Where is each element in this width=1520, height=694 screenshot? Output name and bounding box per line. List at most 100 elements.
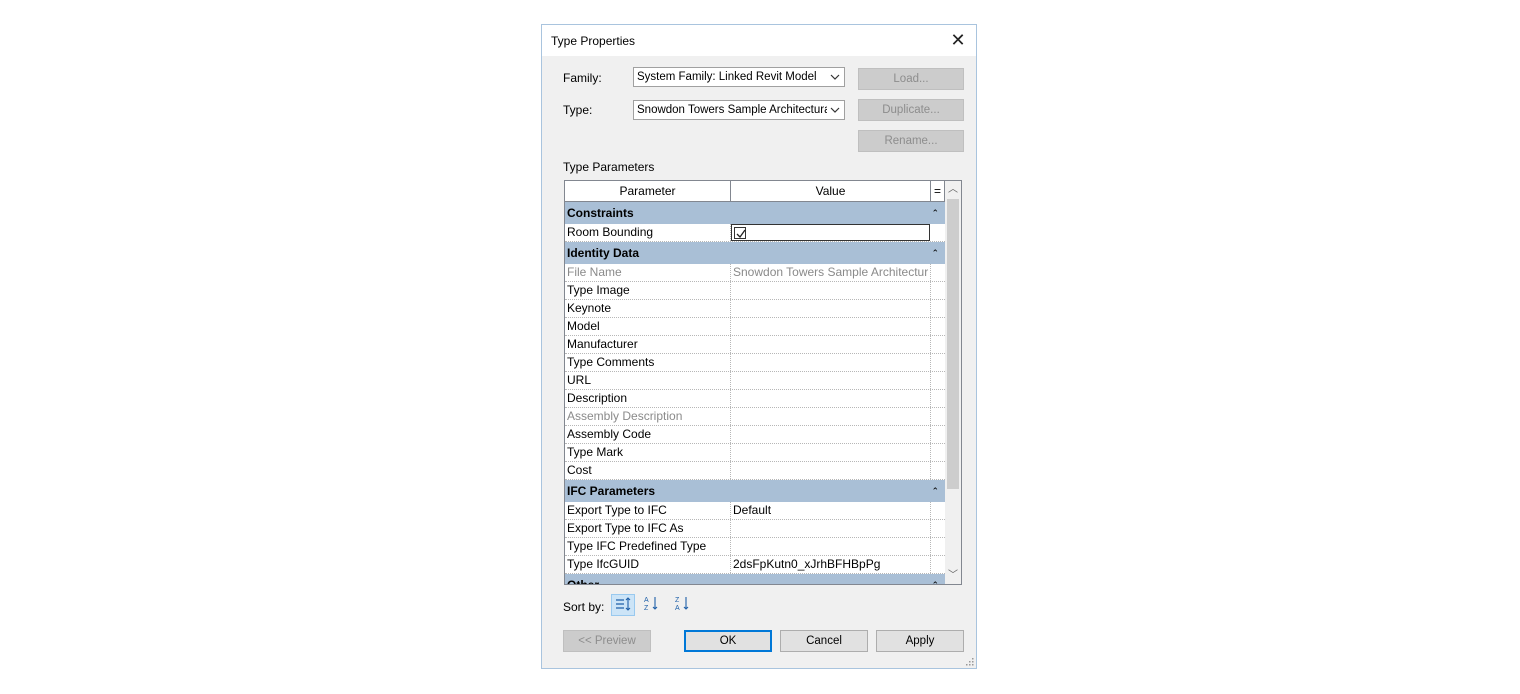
- parameter-cell: File Name: [565, 264, 731, 281]
- collapse-chevron-icon[interactable]: ⌃: [931, 202, 939, 224]
- group-name: Other: [567, 578, 600, 585]
- duplicate-button[interactable]: Duplicate...: [858, 99, 964, 121]
- table-row[interactable]: Assembly Code: [565, 426, 945, 444]
- type-label: Type:: [563, 103, 593, 117]
- preview-button[interactable]: << Preview: [563, 630, 651, 652]
- value-cell[interactable]: [731, 462, 931, 479]
- parameter-cell: Model: [565, 318, 731, 335]
- table-row[interactable]: Export Type to IFC Default: [565, 502, 945, 520]
- parameter-cell: Cost: [565, 462, 731, 479]
- sort-grouped-icon[interactable]: [611, 594, 635, 616]
- group-header[interactable]: Identity Data ⌃: [565, 242, 945, 264]
- table-row[interactable]: Cost: [565, 462, 945, 480]
- scroll-down-icon[interactable]: ﹀: [945, 567, 961, 584]
- collapse-chevron-icon[interactable]: ⌃: [931, 574, 939, 584]
- table-row[interactable]: Export Type to IFC As: [565, 520, 945, 538]
- value-cell[interactable]: Snowdon Towers Sample Architectur: [731, 264, 931, 281]
- table-row[interactable]: Room Bounding: [565, 224, 945, 242]
- parameter-cell: URL: [565, 372, 731, 389]
- parameter-cell: Type IFC Predefined Type: [565, 538, 731, 555]
- column-header-value[interactable]: Value: [731, 181, 931, 201]
- collapse-chevron-icon[interactable]: ⌃: [931, 242, 939, 264]
- type-properties-dialog: Type Properties ✕ Family: System Family:…: [541, 24, 977, 669]
- family-dropdown[interactable]: System Family: Linked Revit Model: [633, 67, 845, 87]
- close-icon[interactable]: ✕: [946, 28, 970, 52]
- parameter-cell: Assembly Code: [565, 426, 731, 443]
- table-row[interactable]: File Name Snowdon Towers Sample Architect…: [565, 264, 945, 282]
- table-row[interactable]: Description: [565, 390, 945, 408]
- rename-button[interactable]: Rename...: [858, 130, 964, 152]
- parameter-cell: Type IfcGUID: [565, 556, 731, 573]
- type-parameters-grid[interactable]: Parameter Value = Constraints ⌃ Room Bound…: [564, 180, 962, 585]
- value-cell[interactable]: [731, 372, 931, 389]
- window-title: Type Properties: [551, 34, 636, 48]
- value-cell[interactable]: [731, 318, 931, 335]
- apply-button[interactable]: Apply: [876, 630, 964, 652]
- group-header[interactable]: Constraints ⌃: [565, 202, 945, 224]
- resize-grip-icon[interactable]: [964, 656, 974, 666]
- scrollbar-thumb[interactable]: [947, 199, 959, 489]
- value-cell[interactable]: [731, 390, 931, 407]
- table-row[interactable]: URL: [565, 372, 945, 390]
- table-row[interactable]: Type Image: [565, 282, 945, 300]
- vertical-scrollbar[interactable]: ︿ ﹀: [945, 181, 961, 584]
- grid-rows: Constraints ⌃ Room Bounding Identity Data ⌃ F…: [565, 202, 945, 585]
- chevron-down-icon: [830, 107, 840, 113]
- value-cell[interactable]: [731, 426, 931, 443]
- table-row[interactable]: Keynote: [565, 300, 945, 318]
- value-cell[interactable]: [731, 354, 931, 371]
- table-row[interactable]: Type IfcGUID 2dsFpKutn0_xJrhBFHBpPg: [565, 556, 945, 574]
- parameter-cell: Type Image: [565, 282, 731, 299]
- parameter-cell: Room Bounding: [565, 224, 731, 241]
- type-dropdown[interactable]: Snowdon Towers Sample Architectural.r: [633, 100, 845, 120]
- svg-text:A: A: [675, 605, 680, 612]
- table-row[interactable]: Assembly Description: [565, 408, 945, 426]
- svg-text:Z: Z: [644, 605, 649, 612]
- table-row[interactable]: Model: [565, 318, 945, 336]
- parameter-cell: Type Mark: [565, 444, 731, 461]
- parameter-cell: Assembly Description: [565, 408, 731, 425]
- grid-header: Parameter Value =: [565, 181, 945, 202]
- value-cell[interactable]: [731, 282, 931, 299]
- value-cell[interactable]: [731, 336, 931, 353]
- value-cell[interactable]: [731, 520, 931, 537]
- family-label: Family:: [563, 71, 602, 85]
- group-name: Identity Data: [567, 246, 640, 260]
- table-row[interactable]: Type IFC Predefined Type: [565, 538, 945, 556]
- load-button[interactable]: Load...: [858, 68, 964, 90]
- table-row[interactable]: Type Comments: [565, 354, 945, 372]
- table-row[interactable]: Type Mark: [565, 444, 945, 462]
- group-header[interactable]: IFC Parameters ⌃: [565, 480, 945, 502]
- value-cell[interactable]: [731, 444, 931, 461]
- parameter-cell: Export Type to IFC: [565, 502, 731, 519]
- svg-text:Z: Z: [675, 597, 680, 604]
- sort-ascending-icon[interactable]: AZ: [640, 594, 664, 616]
- value-cell[interactable]: [731, 300, 931, 317]
- group-name: Constraints: [567, 206, 634, 220]
- value-cell[interactable]: [731, 538, 931, 555]
- column-header-extra[interactable]: =: [931, 181, 945, 201]
- room-bounding-checkbox[interactable]: [734, 227, 746, 239]
- table-row[interactable]: Manufacturer: [565, 336, 945, 354]
- parameter-cell: Manufacturer: [565, 336, 731, 353]
- parameter-cell: Description: [565, 390, 731, 407]
- group-header[interactable]: Other ⌃: [565, 574, 945, 585]
- type-parameters-label: Type Parameters: [563, 160, 655, 174]
- value-cell[interactable]: Default: [731, 502, 931, 519]
- collapse-chevron-icon[interactable]: ⌃: [931, 480, 939, 502]
- chevron-down-icon: [830, 74, 840, 80]
- parameter-cell: Keynote: [565, 300, 731, 317]
- title-bar: Type Properties ✕: [542, 25, 976, 56]
- sort-by-label: Sort by:: [563, 600, 605, 614]
- group-name: IFC Parameters: [567, 484, 656, 498]
- sort-descending-icon[interactable]: ZA: [671, 594, 695, 616]
- value-cell[interactable]: [731, 224, 930, 241]
- family-dropdown-value: System Family: Linked Revit Model: [637, 71, 817, 83]
- scroll-up-icon[interactable]: ︿: [945, 181, 961, 198]
- ok-button[interactable]: OK: [684, 630, 772, 652]
- value-cell[interactable]: [731, 408, 931, 425]
- cancel-button[interactable]: Cancel: [780, 630, 868, 652]
- column-header-parameter[interactable]: Parameter: [565, 181, 731, 201]
- type-dropdown-value: Snowdon Towers Sample Architectural.r: [637, 104, 827, 116]
- value-cell[interactable]: 2dsFpKutn0_xJrhBFHBpPg: [731, 556, 931, 573]
